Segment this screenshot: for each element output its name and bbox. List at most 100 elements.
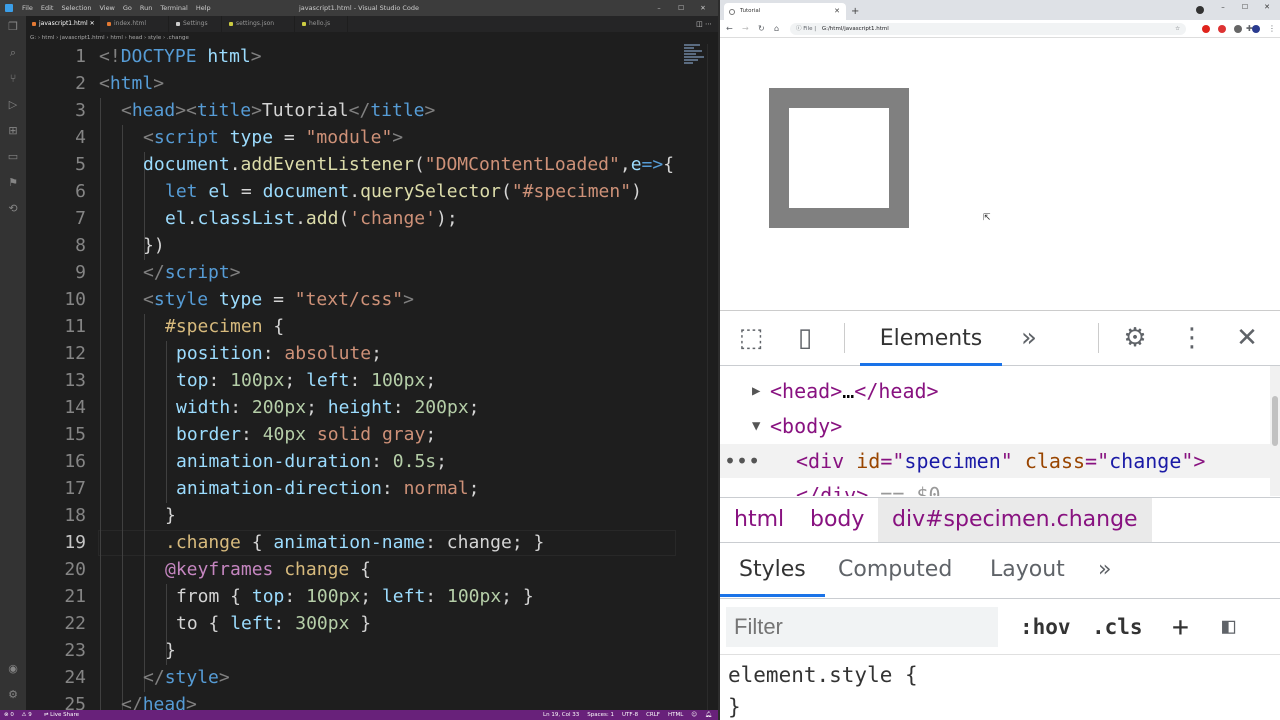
tab-elements[interactable]: Elements	[860, 311, 1002, 366]
elements-scrollbar[interactable]	[1270, 366, 1280, 496]
node-actions-icon[interactable]: •••	[724, 444, 760, 478]
language-mode[interactable]: HTML	[668, 710, 683, 720]
code-line[interactable]: 1 <!DOCTYPE html>	[26, 44, 718, 70]
remote-explorer-icon[interactable]: ▭	[6, 150, 20, 164]
forward-icon[interactable]: →	[742, 20, 749, 38]
tab-styles[interactable]: Styles	[720, 543, 825, 597]
menu-terminal[interactable]: Terminal	[160, 0, 187, 16]
account-icon[interactable]: ◉	[6, 662, 20, 676]
live-share-icon[interactable]: ⟲	[6, 202, 20, 216]
more-subtabs-icon[interactable]: »	[1098, 543, 1111, 597]
code-editor[interactable]: 1 <!DOCTYPE html> 2 <html> 3 <head><title>Tut…	[26, 44, 718, 710]
styles-filter-input[interactable]	[726, 607, 998, 647]
settings-gear-icon[interactable]: ⚙	[1118, 321, 1152, 355]
live-share-button[interactable]: ⇌ Live Share	[44, 710, 85, 720]
indentation[interactable]: Spaces: 1	[587, 710, 614, 720]
menu-go[interactable]: Go	[123, 0, 132, 16]
code-line[interactable]: 20 @keyframes change {	[26, 556, 718, 583]
close-tab-icon[interactable]: ✕	[834, 3, 840, 20]
tab-search-icon[interactable]	[1196, 6, 1204, 14]
maximize-icon[interactable]: ☐	[1234, 0, 1256, 14]
close-icon[interactable]: ✕	[692, 0, 714, 16]
code-line[interactable]: 6 let el = document.querySelector("#speci…	[26, 178, 718, 205]
close-devtools-icon[interactable]: ✕	[1230, 321, 1264, 355]
menu-file[interactable]: File	[22, 0, 33, 16]
problems-indicator[interactable]: ⊗ 0 ⚠ 9	[4, 710, 38, 720]
elements-tree[interactable]: ▶ <head>…</head> ▼ <body> ••• <div id="spec…	[720, 366, 1270, 496]
inspect-element-icon[interactable]: ⬚	[734, 321, 768, 355]
code-line[interactable]: 7 el.classList.add('change');	[26, 205, 718, 232]
minimap[interactable]	[684, 44, 706, 74]
tab-layout[interactable]: Layout	[990, 543, 1065, 597]
crumb-specimen[interactable]: div#specimen.change	[878, 498, 1152, 542]
code-line[interactable]: 8})	[26, 232, 718, 259]
code-line[interactable]: 2 <html>	[26, 70, 718, 97]
cursor-position[interactable]: Ln 19, Col 33	[543, 710, 579, 720]
code-line[interactable]: 19 .change { animation-name: change; }	[26, 529, 718, 556]
tab-index-html[interactable]: index.html	[101, 16, 169, 32]
code-line[interactable]: 17 animation-direction: normal;	[26, 475, 718, 502]
reload-icon[interactable]: ↻	[758, 20, 765, 38]
bookmarks-icon[interactable]: ⚑	[6, 176, 20, 190]
customize-menu-icon[interactable]: ⋮	[1175, 321, 1209, 355]
device-toolbar-icon[interactable]: ▯	[788, 321, 822, 355]
menu-run[interactable]: Run	[140, 0, 152, 16]
more-actions-icon[interactable]: ⋯	[705, 20, 712, 28]
tab-settings[interactable]: Settings	[170, 16, 222, 32]
tab-hello-js[interactable]: hello.js	[296, 16, 348, 32]
close-icon[interactable]: ✕	[1256, 0, 1278, 14]
more-tabs-icon[interactable]: »	[1012, 321, 1046, 355]
menu-edit[interactable]: Edit	[41, 0, 54, 16]
code-line[interactable]: 12 position: absolute;	[26, 340, 718, 367]
home-icon[interactable]: ⌂	[774, 20, 779, 38]
hov-button[interactable]: :hov	[1020, 607, 1071, 647]
split-editor-icon[interactable]: ◫	[696, 20, 703, 28]
minimize-icon[interactable]: –	[1212, 0, 1234, 14]
code-line[interactable]: 13 top: 100px; left: 100px;	[26, 367, 718, 394]
editor-scrollbar[interactable]	[707, 44, 718, 710]
code-line[interactable]: 22 to { left: 300px }	[26, 610, 718, 637]
bookmark-star-icon[interactable]: ☆	[1175, 23, 1180, 35]
menu-help[interactable]: Help	[196, 0, 211, 16]
styles-pane[interactable]: element.style { }	[728, 659, 918, 720]
end-of-line[interactable]: CRLF	[646, 710, 660, 720]
dom-node-body[interactable]: ▼ <body>	[720, 409, 1270, 443]
manage-gear-icon[interactable]: ⚙	[6, 688, 20, 702]
code-line[interactable]: 4 <script type = "module">	[26, 124, 718, 151]
tab-close-icon[interactable]: ✕	[90, 20, 95, 27]
back-icon[interactable]: ←	[726, 20, 733, 38]
info-icon[interactable]: ⓘ	[796, 26, 802, 32]
explorer-icon[interactable]: ❐	[6, 20, 20, 34]
crumb-body[interactable]: body	[796, 498, 878, 542]
minimize-icon[interactable]: –	[648, 0, 670, 16]
adblock-extension-icon[interactable]	[1218, 25, 1226, 33]
collapsed-ellipsis[interactable]: …	[842, 379, 854, 403]
code-line[interactable]: 11 #specimen {	[26, 313, 718, 340]
code-line[interactable]: 25 </head>	[26, 691, 718, 710]
code-line[interactable]: 24 </style>	[26, 664, 718, 691]
menu-selection[interactable]: Selection	[61, 0, 91, 16]
opera-extension-icon[interactable]	[1202, 25, 1210, 33]
collapse-triangle-icon[interactable]: ▼	[752, 409, 760, 443]
extensions-icon[interactable]: ⊞	[6, 124, 20, 138]
dom-node-specimen[interactable]: ••• <div id="specimen" class="change">	[720, 444, 1270, 478]
source-control-icon[interactable]: ⑂	[6, 72, 20, 86]
address-bar[interactable]: ⓘ File | G:/html/javascript1.html ☆	[790, 23, 1186, 35]
browser-tab[interactable]: Tutorial ✕	[724, 3, 846, 20]
new-tab-icon[interactable]: +	[851, 3, 859, 20]
menu-view[interactable]: View	[99, 0, 114, 16]
code-line[interactable]: 21 from { top: 100px; left: 100px; }	[26, 583, 718, 610]
notifications-icon[interactable]: 🔔︎	[705, 710, 712, 720]
feedback-icon[interactable]: ☺	[691, 710, 697, 720]
tab-settings-json[interactable]: settings.json	[223, 16, 295, 32]
tab-javascript1-html[interactable]: javascript1.html ✕	[26, 16, 100, 32]
tab-computed[interactable]: Computed	[838, 543, 952, 597]
code-line[interactable]: 10 <style type = "text/css">	[26, 286, 718, 313]
run-debug-icon[interactable]: ▷	[6, 98, 20, 112]
breadcrumb[interactable]: G: › html › javascript1.html › html › he…	[30, 32, 189, 44]
cls-button[interactable]: .cls	[1092, 607, 1143, 647]
chrome-menu-icon[interactable]: ⋮	[1268, 20, 1276, 38]
maximize-icon[interactable]: ☐	[670, 0, 692, 16]
code-line[interactable]: 23}	[26, 637, 718, 664]
new-style-rule-icon[interactable]: +	[1172, 607, 1189, 647]
